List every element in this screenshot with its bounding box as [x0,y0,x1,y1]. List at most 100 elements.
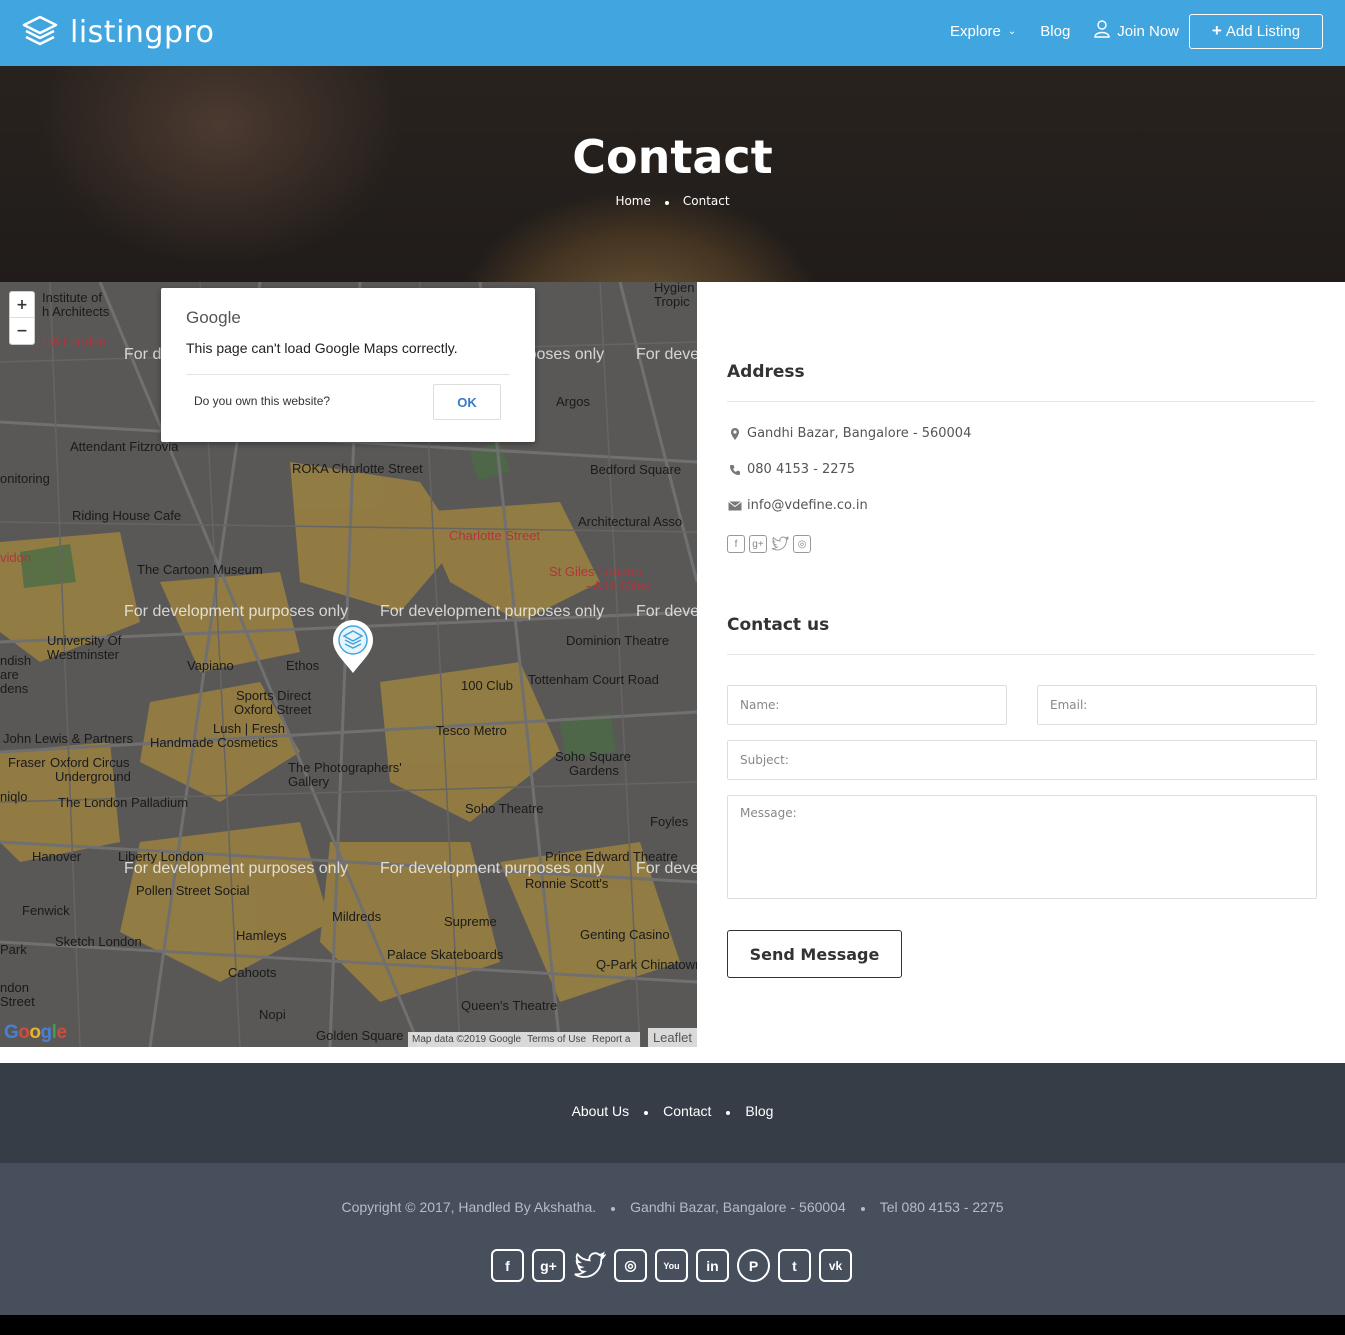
map-label: Cahoots [228,965,277,980]
map-label: Underground [55,769,131,784]
map-label: Golden Square [316,1028,404,1043]
youtube-icon[interactable]: You [655,1249,688,1282]
phone-icon [727,464,743,476]
hero-banner: Contact Home Contact [0,66,1345,282]
footer-nav: About Us Contact Blog [0,1063,1345,1163]
map-label: Q-Park Chinatown [596,957,697,972]
map-label: Street [0,994,35,1009]
location-text: Gandhi Bazar, Bangalore - 560004 [747,426,972,441]
breadcrumb-separator [664,201,669,205]
map-label: Bedford Square [590,462,682,477]
pinterest-icon[interactable]: P [737,1249,770,1282]
copyright-text: Copyright © 2017, Handled By Akshatha. [341,1199,597,1215]
dev-watermark: For development purposes only [124,860,349,877]
map-label: Handmade Cosmetics [150,735,278,750]
logo-text: listingpro [70,14,215,50]
footer-social-links: f g+ ◎ You in P t vk [491,1249,860,1282]
footer-bottom: Copyright © 2017, Handled By Akshatha. G… [0,1163,1345,1315]
address-phone: 080 4153 - 2275 [727,462,855,477]
dev-watermark: For development purposes only [380,860,605,877]
dev-watermark: For development purposes only [380,603,605,620]
breadcrumb-home[interactable]: Home [615,194,650,208]
breadcrumb-current: Contact [682,194,730,208]
instagram-icon[interactable]: ◎ [614,1249,647,1282]
google-brand: Google [186,308,241,327]
map-label: ROKA Charlotte Street [292,461,423,476]
map-label: Mildreds [332,909,382,924]
footer-tel: Tel 080 4153 - 2275 [879,1199,1004,1215]
map-label: - A St Giles [586,578,651,593]
map-label: Sketch London [55,934,142,949]
map-label: Soho Square [555,749,631,764]
add-listing-button[interactable]: + Add Listing [1189,13,1323,49]
map-label: Tesco Metro [436,723,507,738]
separator-dot [611,1206,616,1211]
map-label: Park [0,942,27,957]
map-label: Oxford Circus [50,755,130,770]
google-logo: Google [4,1022,67,1043]
tumblr-icon[interactable]: t [778,1249,811,1282]
map-label: Hamleys [236,928,287,943]
map-data-text: Map data ©2019 Google [412,1034,522,1045]
facebook-icon[interactable]: f [727,535,745,553]
google-plus-icon[interactable]: g+ [749,535,767,553]
zoom-out-button[interactable]: − [10,318,34,344]
map-label: Fraser [8,755,46,770]
map-label: The Photographers' [288,760,402,775]
plus-icon: + [1211,21,1222,40]
linkedin-icon[interactable]: in [696,1249,729,1282]
content-spacer [0,1047,697,1063]
google-plus-icon[interactable]: g+ [532,1249,565,1282]
nav-join-now[interactable]: Join Now [1094,20,1179,42]
map-label: vidon [0,550,32,565]
own-website-link[interactable]: Do you own this website? [194,394,330,408]
map-label: ndish [0,653,32,668]
twitter-icon[interactable] [771,535,789,553]
map-label: Ethos [286,658,320,673]
report-link[interactable]: Report a [592,1034,630,1045]
twitter-icon[interactable] [573,1249,606,1282]
map-label: Palace Skateboards [387,947,504,962]
footer-link-about[interactable]: About Us [572,1103,630,1119]
footer-link-contact[interactable]: Contact [663,1103,711,1119]
map[interactable]: Institute of h Architects HA London Hygi… [0,282,697,1047]
message-textarea[interactable]: Message: [727,795,1317,899]
subject-field[interactable]: Subject: [727,740,1317,780]
email-text[interactable]: info@vdefine.co.in [747,498,868,513]
map-label: Gallery [288,774,330,789]
ok-button[interactable]: OK [433,384,501,420]
address-social-links: f g+ ◎ [727,535,815,553]
map-label: Nopi [259,1007,286,1022]
map-label: Foyles [650,814,689,829]
divider [186,374,510,375]
map-label: The Cartoon Museum [137,562,263,577]
separator-dot [860,1206,865,1211]
breadcrumb: Home Contact [0,194,1345,208]
footer-link-blog[interactable]: Blog [745,1103,773,1119]
facebook-icon[interactable]: f [491,1249,524,1282]
chevron-down-icon: ⌄ [1007,25,1017,37]
map-label: Soho Theatre [465,801,544,816]
send-message-button[interactable]: Send Message [727,930,902,978]
map-label: Architectural Asso [578,514,683,529]
separator-dot [644,1110,649,1115]
terms-link[interactable]: Terms of Use [527,1034,586,1045]
leaflet-link[interactable]: Leaflet [647,1028,697,1047]
logo[interactable]: listingpro [22,12,215,52]
email-field[interactable]: Email: [1037,685,1317,725]
zoom-in-button[interactable]: + [10,292,34,318]
nav-blog[interactable]: Blog [1040,23,1070,40]
page-title: Contact [572,130,773,184]
map-label: University Of [47,633,122,648]
map-marker-icon[interactable] [331,618,375,678]
footer-info: Copyright © 2017, Handled By Akshatha. G… [0,1199,1345,1215]
nav-blog-label: Blog [1040,22,1071,40]
name-field[interactable]: Name: [727,685,1007,725]
vk-icon[interactable]: vk [819,1249,852,1282]
map-label: John Lewis & Partners [3,731,134,746]
phone-text[interactable]: 080 4153 - 2275 [747,462,855,477]
instagram-icon[interactable]: ◎ [793,535,811,553]
main-nav: Explore ⌄ Blog Join Now + Add Listing [926,13,1323,49]
nav-explore[interactable]: Explore ⌄ [950,23,1016,40]
map-label: onitoring [0,471,50,486]
